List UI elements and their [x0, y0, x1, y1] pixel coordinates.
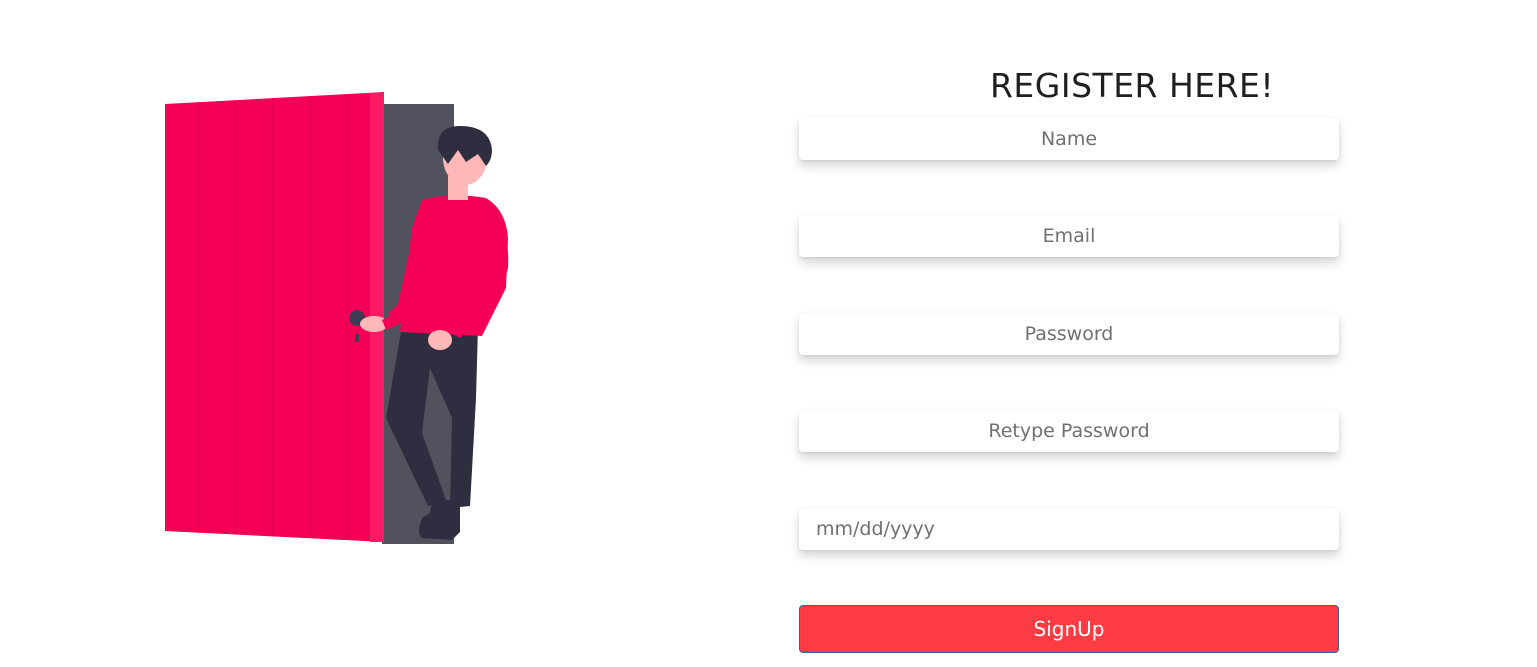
name-input[interactable]: [799, 118, 1339, 160]
person-hair: [437, 126, 492, 166]
person-opening-door-illustration: [165, 92, 509, 544]
retype-password-input[interactable]: [799, 410, 1339, 452]
date-of-birth-input[interactable]: [799, 508, 1339, 550]
signup-button[interactable]: SignUp: [799, 605, 1339, 653]
password-input[interactable]: [799, 313, 1339, 355]
register-page: REGISTER HERE! SignUp: [0, 0, 1537, 667]
email-input[interactable]: [799, 215, 1339, 257]
page-title: REGISTER HERE!: [990, 66, 1275, 105]
